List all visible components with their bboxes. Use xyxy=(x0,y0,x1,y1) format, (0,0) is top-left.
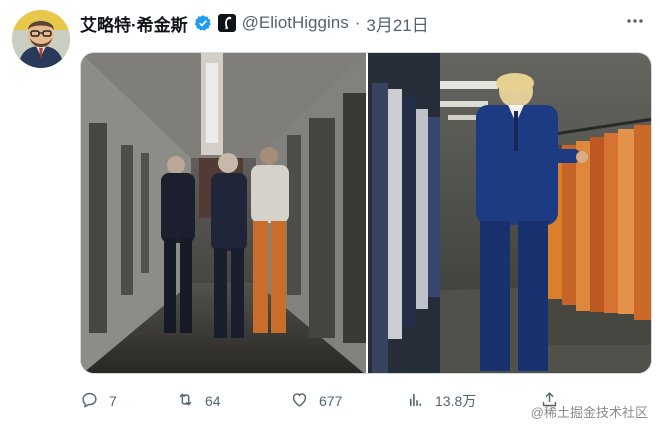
watermark: @稀土掘金技术社区 xyxy=(530,405,648,420)
like-count: 677 xyxy=(319,393,343,409)
retweet-count: 64 xyxy=(205,393,221,409)
photo-prison-corridor[interactable] xyxy=(81,53,366,373)
reply-button[interactable]: 7 xyxy=(80,390,117,412)
post-date[interactable]: 3月21日 xyxy=(366,11,428,36)
verified-badge-icon xyxy=(194,14,212,32)
reply-count: 7 xyxy=(109,393,117,409)
avatar[interactable] xyxy=(12,10,70,68)
avatar-image xyxy=(12,10,70,68)
like-button[interactable]: 677 xyxy=(290,390,342,412)
reply-icon xyxy=(80,390,99,412)
tweet-header: 艾略特·希金斯 @EliotHiggins · 3月21日 xyxy=(80,10,429,36)
photo-laundry-room[interactable] xyxy=(368,53,651,373)
display-name[interactable]: 艾略特·希金斯 xyxy=(80,11,188,36)
like-icon xyxy=(290,390,309,412)
media-grid[interactable] xyxy=(80,52,652,374)
affiliation-badge-icon[interactable] xyxy=(217,14,236,32)
retweet-icon xyxy=(176,390,195,412)
views-icon xyxy=(406,390,425,412)
view-count: 13.8万 xyxy=(435,393,477,409)
user-handle[interactable]: @EliotHiggins xyxy=(242,13,349,33)
views-button[interactable]: 13.8万 xyxy=(406,390,476,412)
separator-dot: · xyxy=(354,13,361,32)
retweet-button[interactable]: 64 xyxy=(176,390,221,412)
more-icon[interactable] xyxy=(626,12,644,35)
